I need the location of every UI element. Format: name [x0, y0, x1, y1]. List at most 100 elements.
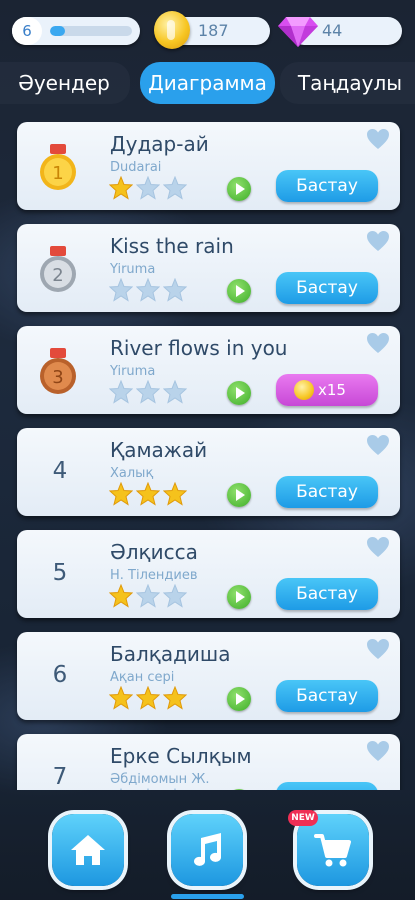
- star-icon: [109, 482, 133, 506]
- song-card[interactable]: 4 Қамажай Халық Бастау: [17, 428, 400, 516]
- play-preview-button[interactable]: [227, 381, 251, 405]
- coin-balance[interactable]: 187: [154, 11, 270, 49]
- song-list[interactable]: 1 Дудар-ай Dudarai Бастау 2 Kiss the rai…: [0, 110, 415, 790]
- rank-number: 6: [52, 662, 68, 688]
- start-button[interactable]: Бастау: [276, 272, 378, 304]
- heart-icon[interactable]: [366, 536, 390, 558]
- shopping-cart-icon: [314, 834, 351, 867]
- song-artist: Н. Тілендиев: [110, 568, 198, 583]
- song-artist: Ақан сері: [110, 670, 175, 685]
- song-card[interactable]: 7 Ерке Сылқым Әбдімомын Ж. Бастау: [17, 734, 400, 790]
- start-button[interactable]: Бастау: [276, 578, 378, 610]
- song-title: River flows in you: [110, 336, 288, 360]
- active-tab-indicator: [171, 894, 244, 899]
- star-icon: [136, 686, 160, 710]
- play-preview-button[interactable]: [227, 177, 251, 201]
- tab-songs[interactable]: Әуендер: [0, 62, 130, 104]
- status-bar: 6 187 44: [0, 0, 415, 60]
- song-artist: Dudarai: [110, 160, 162, 175]
- star-icon: [109, 380, 133, 404]
- play-preview-button[interactable]: [227, 483, 251, 507]
- star-rating: [109, 482, 189, 508]
- heart-icon[interactable]: [366, 128, 390, 150]
- heart-icon[interactable]: [366, 332, 390, 354]
- song-artist: Халық: [110, 466, 154, 481]
- star-rating: [109, 584, 189, 610]
- song-artist: Yiruma: [110, 364, 156, 379]
- music-note-icon: [194, 833, 222, 866]
- star-icon: [163, 278, 187, 302]
- bottom-navigation: NEW: [0, 790, 415, 900]
- heart-icon[interactable]: [366, 740, 390, 762]
- new-badge: NEW: [288, 810, 318, 826]
- gem-balance[interactable]: 44: [278, 17, 402, 47]
- song-title: Дудар-ай: [110, 132, 209, 156]
- home-button[interactable]: [52, 814, 124, 886]
- category-tabs: Әуендер Диаграмма Таңдаулы: [0, 62, 415, 104]
- level-progress-fill: [50, 26, 65, 36]
- tab-chart[interactable]: Диаграмма: [140, 62, 275, 104]
- rank-number: 4: [52, 458, 68, 484]
- heart-icon[interactable]: [366, 434, 390, 456]
- song-title: Әлқисса: [110, 540, 198, 564]
- rank-number: 5: [52, 560, 68, 586]
- coin-count: 187: [198, 21, 229, 40]
- star-icon: [109, 686, 133, 710]
- star-icon: [136, 482, 160, 506]
- star-icon: [136, 584, 160, 608]
- star-icon: [136, 278, 160, 302]
- svg-text:1: 1: [52, 163, 63, 184]
- star-icon: [163, 380, 187, 404]
- song-card[interactable]: 1 Дудар-ай Dudarai Бастау: [17, 122, 400, 210]
- song-card[interactable]: 6 Балқадиша Ақан сері Бастау: [17, 632, 400, 720]
- start-button[interactable]: Бастау: [276, 680, 378, 712]
- svg-text:2: 2: [52, 265, 63, 286]
- star-icon: [163, 584, 187, 608]
- star-icon: [109, 278, 133, 302]
- level-indicator[interactable]: 6: [12, 17, 140, 45]
- gold-medal-icon: 1: [40, 144, 76, 190]
- coin-icon: [294, 380, 314, 400]
- song-card[interactable]: 3 River flows in you Yiruma x15: [17, 326, 400, 414]
- gem-count: 44: [322, 21, 343, 40]
- play-preview-button[interactable]: [227, 585, 251, 609]
- level-number: 6: [12, 17, 42, 45]
- gem-icon: [278, 17, 318, 47]
- song-artist: Yiruma: [110, 262, 156, 277]
- home-icon: [71, 835, 105, 865]
- rank-number: 7: [52, 764, 68, 790]
- star-icon: [109, 584, 133, 608]
- start-button[interactable]: Бастау: [276, 476, 378, 508]
- start-button[interactable]: Бастау: [276, 170, 378, 202]
- start-button[interactable]: Бастау: [276, 782, 378, 790]
- song-card[interactable]: 5 Әлқисса Н. Тілендиев Бастау: [17, 530, 400, 618]
- tab-favorites[interactable]: Таңдаулы: [280, 62, 415, 104]
- star-rating: [109, 686, 189, 712]
- star-icon: [136, 176, 160, 200]
- coin-icon: [154, 11, 190, 49]
- music-button[interactable]: [171, 814, 243, 886]
- unlock-cost: x15: [318, 381, 346, 399]
- heart-icon[interactable]: [366, 638, 390, 660]
- star-icon: [163, 686, 187, 710]
- play-preview-button[interactable]: [227, 279, 251, 303]
- song-title: Балқадиша: [110, 642, 231, 666]
- star-rating: [109, 176, 189, 202]
- star-icon: [109, 176, 133, 200]
- song-title: Қамажай: [110, 438, 208, 462]
- song-title: Kiss the rain: [110, 234, 234, 258]
- heart-icon[interactable]: [366, 230, 390, 252]
- play-preview-button[interactable]: [227, 687, 251, 711]
- unlock-with-coins-button[interactable]: x15: [276, 374, 378, 406]
- song-card[interactable]: 2 Kiss the rain Yiruma Бастау: [17, 224, 400, 312]
- level-progress-bar: [50, 26, 132, 36]
- star-icon: [163, 176, 187, 200]
- star-icon: [136, 380, 160, 404]
- star-rating: [109, 278, 189, 304]
- svg-text:3: 3: [52, 367, 63, 388]
- star-icon: [163, 482, 187, 506]
- song-title: Ерке Сылқым: [110, 744, 252, 768]
- bronze-medal-icon: 3: [40, 348, 76, 394]
- song-artist: Әбдімомын Ж.: [110, 772, 210, 787]
- silver-medal-icon: 2: [40, 246, 76, 292]
